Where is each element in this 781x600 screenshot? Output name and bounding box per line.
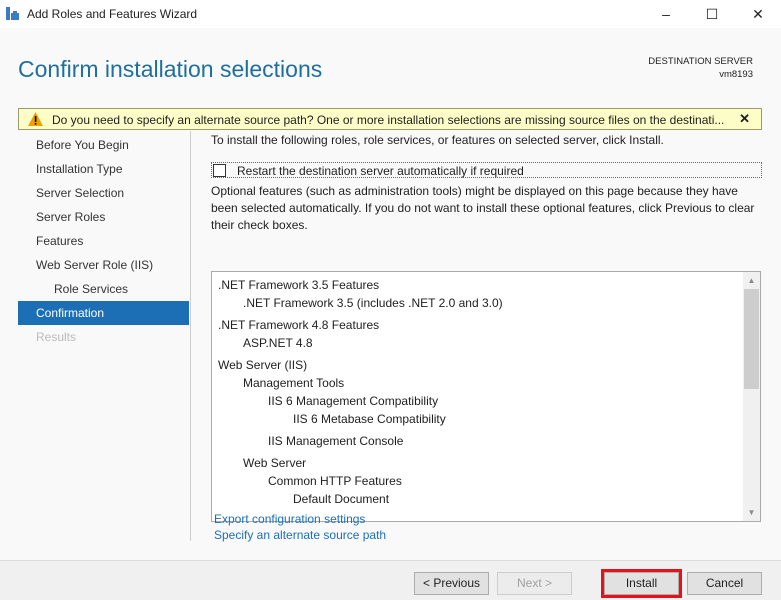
nav-features[interactable]: Features [18, 229, 189, 253]
banner-close-icon[interactable]: ✕ [739, 111, 750, 127]
list-item: IIS 6 Management Compatibility [268, 394, 439, 408]
list-item: ASP.NET 4.8 [243, 336, 313, 350]
scroll-down-icon[interactable]: ▼ [743, 504, 760, 521]
list-item: Web Server (IIS) [218, 358, 308, 372]
minimize-button[interactable]: – [643, 0, 689, 28]
list-item: IIS 6 Metabase Compatibility [293, 412, 446, 426]
intro-text: To install the following roles, role ser… [211, 133, 664, 147]
nav-role-services[interactable]: Role Services [18, 277, 189, 301]
nav-confirmation[interactable]: Confirmation [18, 301, 189, 325]
next-button: Next > [497, 572, 572, 595]
optional-features-text: Optional features (such as administratio… [211, 184, 755, 232]
destination-server: DESTINATION SERVER vm8193 [648, 55, 753, 81]
server-manager-icon [6, 7, 19, 20]
warning-text[interactable]: Do you need to specify an alternate sour… [52, 113, 724, 127]
features-list: .NET Framework 3.5 Features .NET Framewo… [211, 271, 761, 522]
footer: < Previous Next > Install Cancel [0, 560, 781, 600]
restart-checkbox[interactable] [213, 164, 226, 177]
nav-server-roles[interactable]: Server Roles [18, 205, 189, 229]
list-item: IIS Management Console [268, 434, 404, 448]
title-bar: Add Roles and Features Wizard – ☐ ✕ [0, 0, 781, 28]
nav-results: Results [36, 330, 77, 344]
list-item: .NET Framework 3.5 (includes .NET 2.0 an… [243, 296, 503, 310]
close-button[interactable]: ✕ [735, 0, 781, 28]
cancel-button[interactable]: Cancel [687, 572, 762, 595]
export-config-link[interactable]: Export configuration settings [214, 511, 386, 527]
install-button[interactable]: Install [601, 569, 682, 598]
nav-before-you-begin[interactable]: Before You Begin [18, 133, 189, 157]
nav-server-selection[interactable]: Server Selection [18, 181, 189, 205]
links: Export configuration settings Specify an… [214, 511, 386, 543]
nav-web-server-role[interactable]: Web Server Role (IIS) [18, 253, 189, 277]
window-title: Add Roles and Features Wizard [27, 7, 198, 21]
list-item: .NET Framework 3.5 Features [218, 278, 380, 292]
warning-banner: Do you need to specify an alternate sour… [18, 108, 762, 130]
restart-checkbox-row[interactable]: Restart the destination server automatic… [211, 162, 762, 178]
maximize-button[interactable]: ☐ [689, 0, 735, 28]
list-scrollbar[interactable]: ▲ ▼ [743, 272, 760, 521]
alternate-source-link[interactable]: Specify an alternate source path [214, 527, 386, 543]
divider [190, 131, 191, 541]
list-item: Web Server [243, 456, 307, 470]
wizard-body: Confirm installation selections DESTINAT… [0, 28, 781, 560]
list-item: Default Document [293, 492, 390, 506]
list-item: Common HTTP Features [268, 474, 402, 488]
destination-label: DESTINATION SERVER [648, 56, 753, 67]
previous-button[interactable]: < Previous [414, 572, 489, 595]
scroll-thumb[interactable] [744, 289, 759, 389]
wizard-nav: Before You Begin Installation Type Serve… [18, 133, 189, 349]
nav-installation-type[interactable]: Installation Type [18, 157, 189, 181]
destination-server-name: vm8193 [719, 69, 753, 80]
list-item: Management Tools [243, 376, 345, 390]
list-item: .NET Framework 4.8 Features [218, 318, 380, 332]
restart-label[interactable]: Restart the destination server automatic… [237, 164, 524, 178]
warning-icon [28, 112, 43, 126]
page-title: Confirm installation selections [18, 56, 323, 82]
scroll-up-icon[interactable]: ▲ [743, 272, 760, 289]
